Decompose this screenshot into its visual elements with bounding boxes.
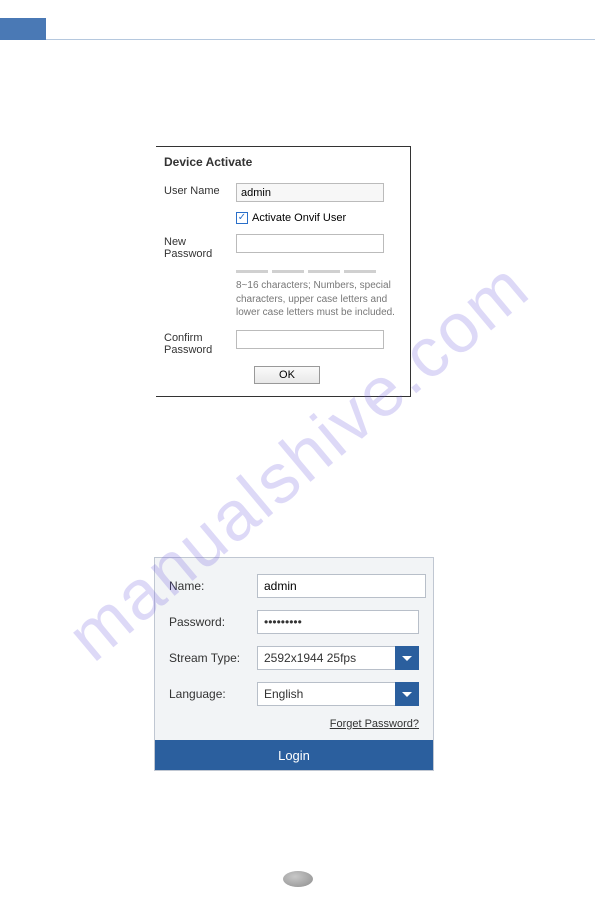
chevron-down-icon xyxy=(402,692,412,697)
password-hint: 8~16 characters; Numbers, special charac… xyxy=(236,279,396,320)
chevron-down-icon xyxy=(402,656,412,661)
newpassword-row: New Password xyxy=(164,234,400,260)
forget-password-link[interactable]: Forget Password? xyxy=(169,718,419,730)
newpassword-label: New Password xyxy=(164,234,236,260)
panel-title: Device Activate xyxy=(164,155,400,169)
streamtype-value: 2592x1944 25fps xyxy=(257,646,395,670)
username-label: User Name xyxy=(164,183,236,197)
password-label: Password: xyxy=(169,615,257,629)
device-activate-panel: Device Activate User Name ✓ Activate Onv… xyxy=(156,146,411,397)
language-value: English xyxy=(257,682,395,706)
confirmpassword-label: Confirm Password xyxy=(164,330,236,356)
language-arrow[interactable] xyxy=(395,682,419,706)
header-bar xyxy=(0,18,595,40)
login-button[interactable]: Login xyxy=(155,740,433,770)
username-row: User Name xyxy=(164,183,400,202)
strength-bar xyxy=(344,270,376,273)
activate-onvif-label: Activate Onvif User xyxy=(252,212,346,224)
strength-bar xyxy=(308,270,340,273)
streamtype-select[interactable]: 2592x1944 25fps xyxy=(257,646,419,670)
page-indicator xyxy=(283,871,313,887)
newpassword-input[interactable] xyxy=(236,234,384,253)
password-strength-bars xyxy=(236,270,400,273)
password-row: Password: ••••••••• xyxy=(169,610,419,634)
name-input[interactable] xyxy=(257,574,426,598)
header-tab xyxy=(0,18,46,40)
confirmpassword-input[interactable] xyxy=(236,330,384,349)
streamtype-label: Stream Type: xyxy=(169,651,257,665)
name-label: Name: xyxy=(169,579,257,593)
username-input[interactable] xyxy=(236,183,384,202)
check-icon: ✓ xyxy=(238,213,246,223)
strength-bar xyxy=(236,270,268,273)
language-label: Language: xyxy=(169,687,257,701)
activate-onvif-checkbox[interactable]: ✓ xyxy=(236,212,248,224)
name-row: Name: xyxy=(169,574,419,598)
language-row: Language: English xyxy=(169,682,419,706)
confirmpassword-row: Confirm Password xyxy=(164,330,400,356)
ok-button[interactable]: OK xyxy=(254,366,320,384)
activate-onvif-row[interactable]: ✓ Activate Onvif User xyxy=(236,212,400,224)
password-input[interactable]: ••••••••• xyxy=(257,610,419,634)
language-select[interactable]: English xyxy=(257,682,419,706)
streamtype-row: Stream Type: 2592x1944 25fps xyxy=(169,646,419,670)
streamtype-arrow[interactable] xyxy=(395,646,419,670)
login-panel: Name: Password: ••••••••• Stream Type: 2… xyxy=(154,557,434,771)
strength-bar xyxy=(272,270,304,273)
